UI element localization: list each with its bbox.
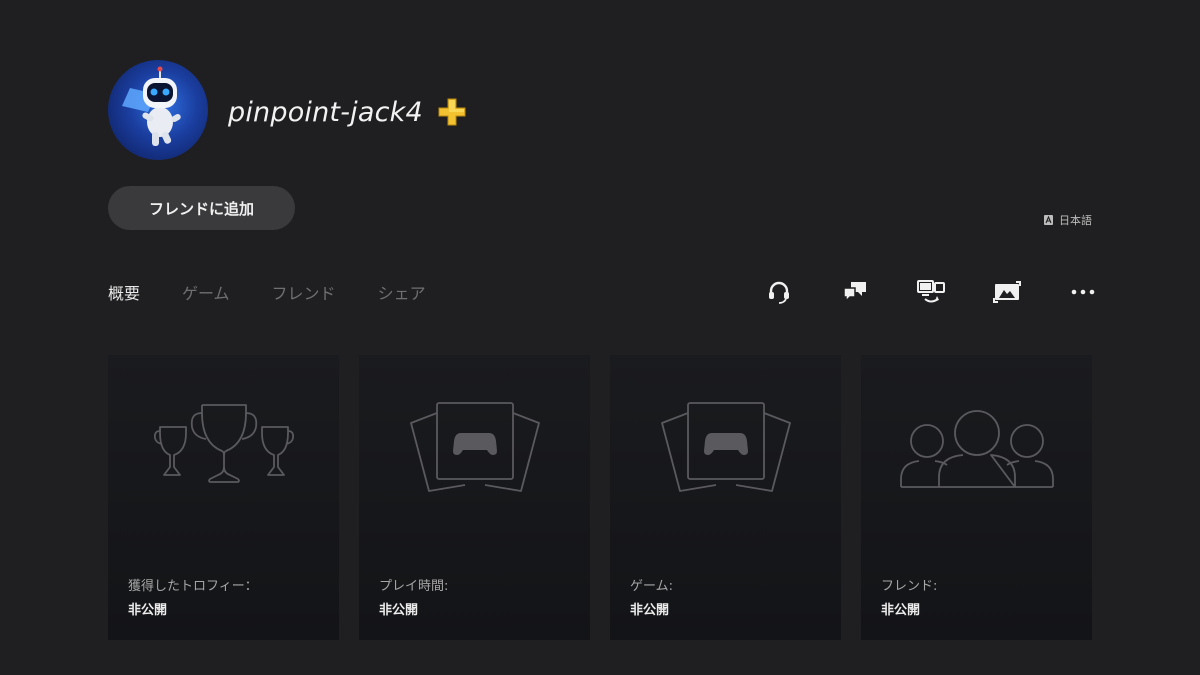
more-options-icon [1071,289,1095,295]
tab-overview[interactable]: 概要 [108,280,140,304]
trophies-card[interactable]: 獲得したトロフィー： 非公開 [108,355,339,640]
avatar[interactable] [108,60,208,160]
language-label: 日本語 [1059,214,1092,227]
username-row: pinpoint-jack4 [228,90,467,134]
card-value: 非公開 [128,603,168,618]
games-card[interactable]: ゲーム: 非公開 [610,355,841,640]
tab-share[interactable]: シェア [378,280,426,304]
message-button[interactable] [836,276,874,308]
voice-chat-button[interactable] [760,276,798,308]
game-capture-button[interactable] [988,276,1026,308]
username: pinpoint-jack4 [228,96,423,128]
game-cards-icon [610,395,841,505]
playstation-plus-icon [437,97,467,127]
card-label: 獲得したトロフィー： [128,579,258,594]
language-indicator[interactable]: 日本語 [1044,212,1092,228]
share-screen-button[interactable] [912,276,950,308]
chat-bubbles-icon [843,282,866,303]
game-cards-icon [359,395,590,505]
friends-group-icon [861,395,1092,505]
profile-actions [722,276,1102,308]
tab-games[interactable]: ゲーム [182,280,230,304]
more-options-button[interactable] [1064,276,1102,308]
friends-card[interactable]: フレンド: 非公開 [861,355,1092,640]
astro-bot-avatar-image [122,66,181,146]
share-screen-icon [917,280,945,303]
card-value: 非公開 [379,603,419,618]
play-time-card[interactable]: プレイ時間: 非公開 [359,355,590,640]
trophies-icon [108,395,339,505]
card-value: 非公開 [630,603,670,618]
game-capture-icon [993,281,1021,303]
profile-tabs: 概要 ゲーム フレンド シェア [108,280,468,304]
headset-icon [769,281,789,304]
profile-summary-cards: 獲得したトロフィー： 非公開 プレイ時間: 非公開 ゲーム: 非公開 フレンド:… [108,355,1092,640]
card-value: 非公開 [881,603,921,618]
card-label: フレンド: [881,579,938,594]
add-friend-button[interactable]: フレンドに追加 [108,186,295,230]
tab-friends[interactable]: フレンド [272,280,336,304]
card-label: プレイ時間: [379,579,449,594]
translate-icon [1044,215,1053,225]
card-label: ゲーム: [630,579,673,594]
profile-page: pinpoint-jack4 フレンドに追加 日本語 概要 ゲーム フレンド シ… [0,0,1200,675]
